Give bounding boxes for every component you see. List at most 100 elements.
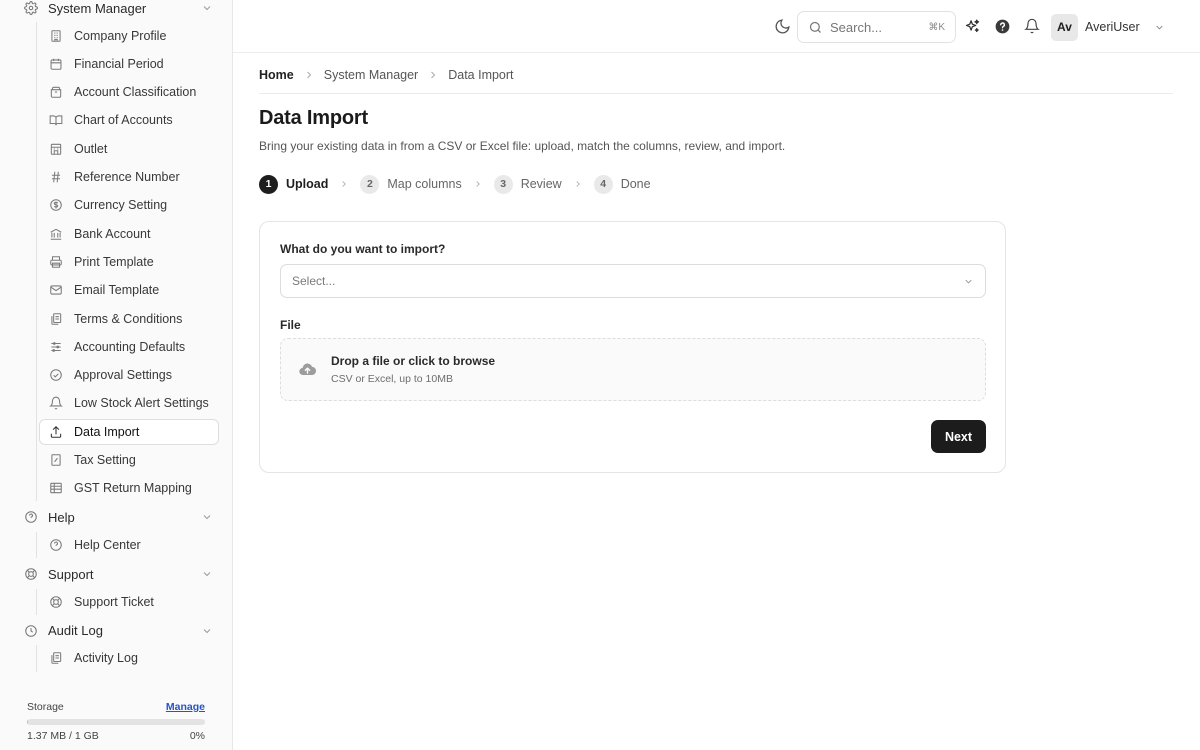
sidebar-item-label: Help Center (74, 537, 141, 552)
sidebar-item-label: Bank Account (74, 226, 151, 241)
storage-progress-fill (27, 719, 29, 725)
archive-icon (49, 85, 63, 99)
step-review[interactable]: 3 Review (493, 174, 562, 194)
sidebar-item-help-center[interactable]: Help Center (39, 532, 219, 558)
printer-icon (49, 255, 63, 269)
moon-icon[interactable] (774, 18, 791, 35)
sidebar-item-chart-of-accounts[interactable]: Chart of Accounts (39, 107, 219, 133)
sidebar-item-tax-setting[interactable]: Tax Setting (39, 447, 219, 473)
divider (259, 93, 1173, 94)
bell-icon (49, 396, 63, 410)
sidebar-item-activity-log[interactable]: Activity Log (39, 645, 219, 671)
sidebar-sublist-audit-log: Activity Log (36, 645, 232, 672)
sidebar-item-label: Currency Setting (74, 198, 168, 213)
sidebar-item-terms-conditions[interactable]: Terms & Conditions (39, 305, 219, 331)
sidebar-item-account-classification[interactable]: Account Classification (39, 79, 219, 105)
storage-progress-bar (27, 719, 205, 725)
sidebar-item-financial-period[interactable]: Financial Period (39, 51, 219, 77)
sidebar-item-low-stock-alert-settings[interactable]: Low Stock Alert Settings (39, 390, 219, 416)
step-done[interactable]: 4 Done (593, 174, 651, 194)
sidebar-item-label: Company Profile (74, 28, 167, 43)
manage-storage-link[interactable]: Manage (166, 701, 205, 713)
sidebar-sublist-system-manager: Company Profile Financial Period Account… (36, 22, 232, 502)
sidebar-item-reference-number[interactable]: Reference Number (39, 164, 219, 190)
hash-icon (49, 170, 63, 184)
chevron-down-icon (963, 276, 974, 287)
files-icon (49, 651, 63, 665)
search-shortcut: ⌘K (928, 21, 945, 33)
chevron-down-icon (201, 511, 213, 523)
file-dropzone[interactable]: Drop a file or click to browse CSV or Ex… (280, 338, 986, 401)
sidebar-item-label: Account Classification (74, 85, 197, 100)
sidebar-item-company-profile[interactable]: Company Profile (39, 22, 219, 48)
sidebar-item-label: Low Stock Alert Settings (74, 396, 209, 411)
step-map-columns[interactable]: 2 Map columns (360, 174, 462, 194)
sidebar-item-label: Outlet (74, 141, 108, 156)
bell-icon[interactable] (1024, 18, 1040, 34)
page-title: Data Import (259, 107, 368, 129)
sidebar-item-bank-account[interactable]: Bank Account (39, 220, 219, 246)
sidebar-item-email-template[interactable]: Email Template (39, 277, 219, 303)
sidebar-group-label: Audit Log (48, 623, 103, 639)
lifebuoy-icon (49, 595, 63, 609)
sidebar-item-gst-return-mapping[interactable]: GST Return Mapping (39, 475, 219, 501)
next-button[interactable]: Next (931, 420, 986, 453)
chevron-down-icon (201, 568, 213, 580)
chevron-down-icon (201, 625, 213, 637)
sidebar-item-label: Reference Number (74, 170, 180, 185)
sidebar-sublist-support: Support Ticket (36, 588, 232, 615)
import-form-card: What do you want to import? Select... Fi… (259, 221, 1006, 473)
sidebar-group-audit-log[interactable]: Audit Log (0, 617, 232, 645)
sparkles-icon[interactable] (964, 18, 981, 35)
sidebar-item-label: Accounting Defaults (74, 339, 186, 354)
step-number: 3 (493, 174, 513, 194)
main-content: Home System Manager Data Import Data Imp… (233, 53, 1200, 750)
breadcrumb: Home System Manager Data Import (259, 67, 514, 83)
sidebar-nav: System Manager Company Profile Financial… (0, 0, 232, 674)
breadcrumb-home[interactable]: Home (259, 68, 294, 82)
sidebar-item-label: Chart of Accounts (74, 113, 173, 128)
sliders-icon (49, 340, 63, 354)
import-type-select[interactable]: Select... (280, 264, 986, 298)
receipt-icon (49, 453, 63, 467)
sidebar-sublist-help: Help Center (36, 531, 232, 559)
sidebar-item-currency-setting[interactable]: Currency Setting (39, 192, 219, 218)
search-input[interactable]: Search... ⌘K (797, 11, 956, 43)
help-circle-icon (24, 510, 38, 524)
import-type-value: Select... (292, 274, 336, 288)
sidebar-item-label: Email Template (74, 283, 160, 298)
chevron-right-icon (473, 179, 483, 189)
sidebar-item-accounting-defaults[interactable]: Accounting Defaults (39, 334, 219, 360)
mail-icon (49, 283, 63, 297)
sidebar-item-outlet[interactable]: Outlet (39, 136, 219, 162)
sidebar-item-data-import[interactable]: Data Import (39, 418, 219, 445)
calendar-icon (49, 57, 63, 71)
breadcrumb-section[interactable]: System Manager (324, 68, 418, 82)
search-icon (808, 20, 823, 35)
step-number: 1 (259, 174, 278, 194)
help-icon[interactable] (995, 19, 1010, 34)
user-name: AveriUser (1085, 20, 1140, 34)
sidebar-group-system-manager[interactable]: System Manager (0, 0, 232, 22)
clock-icon (24, 624, 38, 638)
sidebar-item-label: GST Return Mapping (74, 481, 192, 496)
user-menu[interactable]: Av AveriUser (1051, 13, 1165, 41)
chevron-right-icon (339, 179, 349, 189)
sidebar-item-approval-settings[interactable]: Approval Settings (39, 362, 219, 388)
sidebar-group-support[interactable]: Support (0, 560, 232, 588)
step-upload[interactable]: 1 Upload (259, 174, 328, 194)
sidebar: System Manager Company Profile Financial… (0, 0, 233, 750)
sidebar-item-label: Financial Period (74, 56, 164, 71)
sidebar-item-label: Tax Setting (74, 452, 136, 467)
building-icon (49, 29, 63, 43)
lifebuoy-icon (24, 567, 38, 581)
sidebar-item-print-template[interactable]: Print Template (39, 249, 219, 275)
sidebar-item-label: Terms & Conditions (74, 311, 183, 326)
sidebar-item-label: Approval Settings (74, 368, 172, 383)
bank-icon (49, 227, 63, 241)
store-icon (49, 142, 63, 156)
step-number: 4 (593, 174, 613, 194)
dropzone-hint: CSV or Excel, up to 10MB (331, 373, 453, 385)
sidebar-group-help[interactable]: Help (0, 503, 232, 531)
sidebar-item-support-ticket[interactable]: Support Ticket (39, 589, 219, 615)
